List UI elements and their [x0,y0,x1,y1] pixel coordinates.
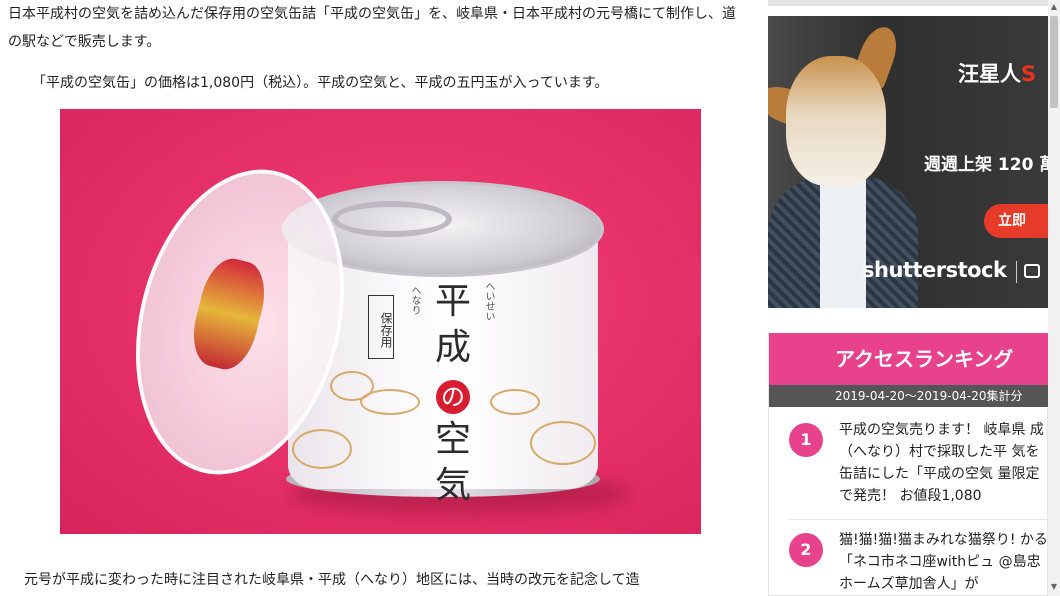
ad-dog-shirt [820,176,866,308]
ad-brand-suffix: S [1021,62,1037,86]
sidebar-ad-banner[interactable]: 汪星人S 週週上架 120 萬 立即 shutterstock [768,16,1048,308]
ranking-item-text[interactable]: 平成の空気売ります！ 岐阜県 成（へなり）村で採取した平 気を缶詰にした「平成の… [839,419,1048,507]
cloud-decoration-right [490,389,540,415]
can-label-title: 平成 の 空気 [428,279,478,509]
scrollbar-thumb[interactable] [1050,16,1058,108]
article-paragraph-2: 「平成の空気缶」の価格は1,080円（税込）。平成の空気と、平成の五円玉が入って… [32,75,609,91]
ranking-date-range: 2019-04-20〜2019-04-20集計分 [769,385,1048,407]
ad-brand-prefix: 汪星人 [958,62,1021,86]
can-label-title-no: の [436,380,470,414]
ad-logo-separator [1016,261,1017,283]
gold-circle-right [530,421,596,465]
cloud-decoration-left-2 [360,389,420,415]
can-label-hozonyou: 保存用 [368,295,394,359]
ad-shutterstock-logo: shutterstock [862,258,1007,282]
rank-number-badge: 2 [789,533,823,567]
ranking-item-text[interactable]: 猫!猫!猫!猫まみれな猫祭り! かる「ネコ市ネコ座withピュ @島忠ホームズ草… [839,529,1048,595]
article-paragraph-3: 元号が平成に変わった時に注目された岐阜県・平成（へなり）地区には、当時の改元を記… [24,572,640,588]
can-label-title-2: 空気 [434,419,471,506]
rank-number-badge: 1 [789,423,823,457]
product-photo: 保存用 へなり 平成 の 空気 へいせい [60,109,701,534]
can-label-title-1: 平成 [434,281,471,368]
ad-cta-button[interactable]: 立即 [984,204,1048,238]
sidebar: 汪星人S 週週上架 120 萬 立即 shutterstock アクセスランキン… [768,0,1048,596]
pull-tab-ring [332,201,452,237]
ranking-title: アクセスランキング [769,333,1048,385]
can-label-ruby-heisei: へいせい [483,281,494,321]
ranking-divider [789,519,1048,520]
ad-brand: 汪星人S [958,58,1036,88]
article-column: 日本平成村の空気を詰め込んだ保存用の空気缶詰「平成の空気缶」を、岐阜県・日本平成… [0,0,760,596]
gold-circle-left [292,429,352,469]
ad-subtitle: 週週上架 120 萬 [924,155,1048,175]
page-scrollbar[interactable]: ▲ ▼ [1048,0,1060,596]
camera-icon [1024,264,1040,278]
ad-divider [768,0,1048,6]
access-ranking: アクセスランキング 2019-04-20〜2019-04-20集計分 1 平成の… [768,333,1048,596]
scroll-up-arrow-icon[interactable]: ▲ [1048,0,1060,14]
article-paragraph-1: 日本平成村の空気を詰め込んだ保存用の空気缶詰「平成の空気缶」を、岐阜県・日本平成… [8,6,736,50]
can-label-ruby-henari: へなり [409,285,420,315]
ad-dog-head [786,56,886,186]
scroll-down-arrow-icon[interactable]: ▼ [1048,580,1060,594]
